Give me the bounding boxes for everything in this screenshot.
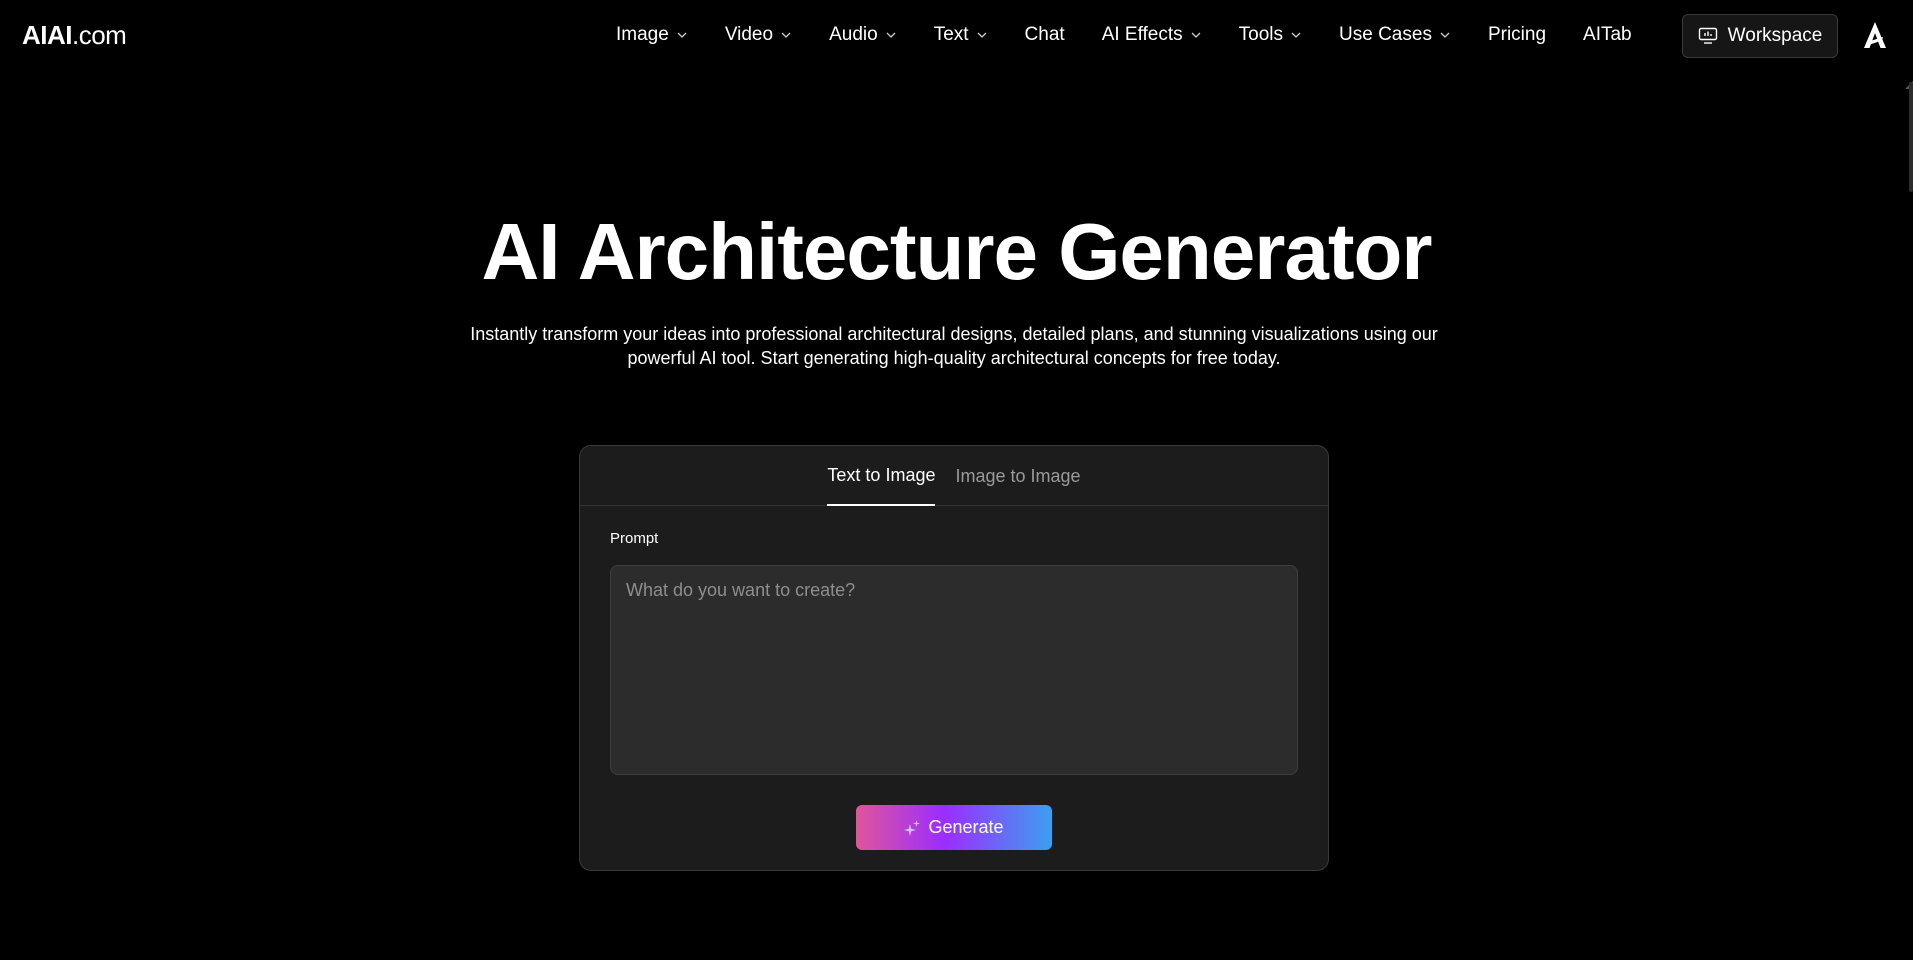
chevron-down-icon bbox=[976, 29, 988, 41]
scrollbar-thumb[interactable] bbox=[1909, 82, 1913, 192]
tab-image-to-image[interactable]: Image to Image bbox=[955, 466, 1080, 505]
site-header: AIAI .com Image Video Audio Text Chat AI … bbox=[0, 0, 1913, 70]
nav-item-text[interactable]: Text bbox=[934, 24, 988, 46]
nav-item-tools[interactable]: Tools bbox=[1239, 24, 1302, 46]
chevron-down-icon bbox=[1290, 29, 1302, 41]
generate-label: Generate bbox=[928, 817, 1004, 837]
site-logo[interactable]: AIAI .com bbox=[22, 19, 127, 51]
chevron-down-icon bbox=[676, 29, 688, 41]
sparkle-icon bbox=[904, 819, 921, 836]
page-subtitle: Instantly transform your ideas into prof… bbox=[470, 324, 1438, 368]
main-nav: Image Video Audio Text Chat AI Effects T… bbox=[616, 0, 1669, 70]
nav-item-label: Tools bbox=[1238, 24, 1284, 45]
nav-item-audio[interactable]: Audio bbox=[829, 24, 897, 46]
nav-item-chat[interactable]: Chat bbox=[1025, 24, 1065, 46]
nav-item-label: AITab bbox=[1583, 24, 1632, 45]
generator-card: Text to Image Image to Image Prompt Gene… bbox=[579, 445, 1329, 871]
prompt-label: Prompt bbox=[610, 530, 659, 547]
nav-item-ai-effects[interactable]: AI Effects bbox=[1102, 24, 1202, 46]
nav-item-video[interactable]: Video bbox=[725, 24, 792, 46]
generate-button[interactable]: Generate bbox=[856, 805, 1052, 850]
page-title: AI Architecture Generator bbox=[481, 207, 1432, 296]
brand-a-icon[interactable] bbox=[1862, 20, 1888, 50]
generator-tabs: Text to Image Image to Image bbox=[580, 446, 1328, 506]
nav-item-label: Image bbox=[616, 24, 669, 45]
nav-item-label: Use Cases bbox=[1339, 24, 1432, 45]
workspace-label: Workspace bbox=[1727, 25, 1823, 46]
nav-item-label: Video bbox=[724, 24, 774, 45]
nav-item-aitab[interactable]: AITab bbox=[1583, 24, 1632, 46]
nav-item-pricing[interactable]: Pricing bbox=[1488, 24, 1546, 46]
logo-text-domain: .com bbox=[72, 19, 127, 50]
nav-item-label: AI Effects bbox=[1101, 24, 1183, 45]
chevron-down-icon bbox=[780, 29, 792, 41]
nav-item-image[interactable]: Image bbox=[616, 24, 688, 46]
chevron-down-icon bbox=[1439, 29, 1451, 41]
monitor-icon bbox=[1698, 27, 1718, 45]
chevron-down-icon bbox=[885, 29, 897, 41]
nav-item-use-cases[interactable]: Use Cases bbox=[1339, 24, 1451, 46]
workspace-button[interactable]: Workspace bbox=[1682, 14, 1838, 58]
chevron-down-icon bbox=[1190, 29, 1202, 41]
nav-item-label: Text bbox=[933, 24, 969, 45]
prompt-input[interactable] bbox=[610, 565, 1298, 775]
nav-item-label: Pricing bbox=[1487, 24, 1547, 45]
nav-item-label: Chat bbox=[1024, 24, 1065, 45]
tab-text-to-image[interactable]: Text to Image bbox=[827, 465, 936, 506]
nav-item-label: Audio bbox=[829, 24, 878, 45]
logo-text-bold: AIAI bbox=[22, 19, 73, 50]
